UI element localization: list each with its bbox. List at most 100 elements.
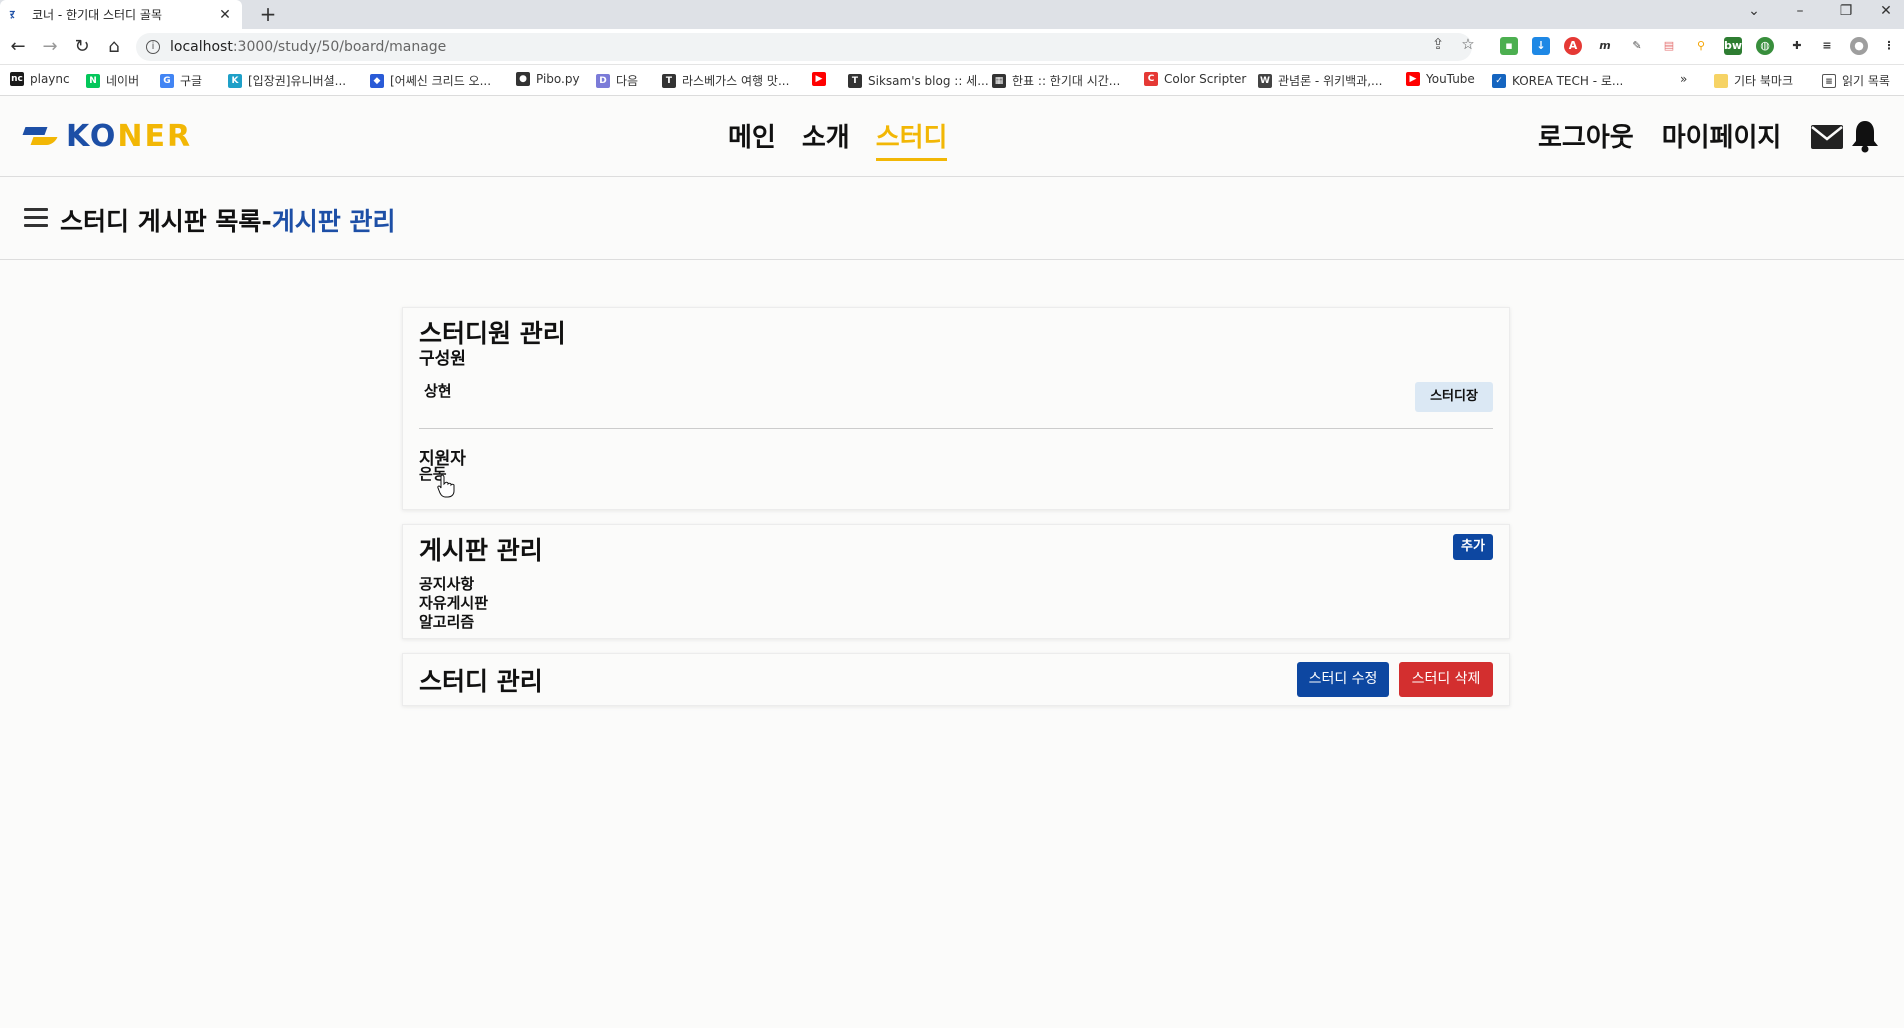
bookmark-favicon-icon: nc	[10, 72, 24, 86]
extension-globe-icon[interactable]: ◍	[1756, 37, 1774, 55]
tab-search-icon[interactable]: ⌄	[1744, 3, 1764, 19]
member-name[interactable]: 상현	[424, 382, 452, 400]
board-item[interactable]: 공지사항	[419, 575, 474, 593]
bookmark-label: YouTube	[1426, 72, 1475, 86]
media-control-icon[interactable]: ≡	[1818, 37, 1836, 55]
bookmarks-more-label: »	[1680, 72, 1688, 86]
menu-hamburger-icon[interactable]	[24, 208, 48, 228]
logo-text: KONER	[66, 119, 192, 154]
browser-tab[interactable]: ऱ 코너 - 한기대 스터디 골목 ✕	[0, 0, 242, 29]
share-icon[interactable]: ⇪	[1428, 35, 1448, 53]
nav-main[interactable]: 메인	[728, 117, 776, 161]
hand-cursor-icon	[437, 474, 455, 498]
site-header: KONER 메인 소개 스터디 로그아웃 마이페이지	[0, 97, 1904, 177]
bookmark-favicon-icon: G	[160, 73, 174, 88]
extension-eyedropper-icon[interactable]: ✎	[1628, 37, 1646, 55]
bookmark-favicon-icon: C	[1144, 72, 1158, 86]
bookmark-item[interactable]: C Color Scripter	[1144, 72, 1246, 86]
extension-key-icon[interactable]: ⚲	[1692, 37, 1710, 55]
board-item[interactable]: 자유게시판	[419, 594, 488, 612]
extension-bw-icon[interactable]: bw	[1724, 37, 1742, 55]
nav-study[interactable]: 스터디	[875, 117, 948, 161]
site-logo[interactable]: KONER	[22, 119, 192, 154]
members-divider	[419, 428, 1493, 429]
bookmark-label: KOREA TECH - 로...	[1512, 74, 1624, 88]
url-host: localhost	[170, 39, 233, 55]
bookmark-label: 관념론 - 위키백과,...	[1278, 74, 1383, 88]
browser-toolbar: ← → ↻ ⌂ i localhost:3000/study/50/board/…	[0, 29, 1904, 65]
home-icon[interactable]: ⌂	[102, 35, 126, 59]
bookmark-favicon-icon: D	[596, 73, 610, 88]
bookmark-item[interactable]: T 라스베가스 여행 맛...	[662, 72, 789, 89]
reload-icon[interactable]: ↻	[70, 35, 94, 59]
page-title-accent: 게시판 관리	[271, 207, 396, 236]
bookmark-label: Color Scripter	[1164, 72, 1247, 86]
bookmark-item[interactable]: nc plaync	[10, 72, 70, 86]
delete-study-button[interactable]: 스터디 삭제	[1399, 662, 1493, 697]
extensions-puzzle-icon[interactable]: ✚	[1788, 37, 1806, 55]
tab-title: 코너 - 한기대 스터디 골목	[32, 8, 162, 22]
bookmark-item[interactable]: ▶ YouTube	[1406, 72, 1475, 86]
bookmark-item[interactable]: K [입장권]유니버셜...	[228, 72, 346, 89]
bookmarks-more-button[interactable]: »	[1680, 72, 1687, 86]
bookmark-favicon-icon: T	[662, 73, 676, 88]
browser-menu-icon[interactable]: ⋮	[1880, 37, 1898, 55]
forward-icon[interactable]: →	[38, 35, 62, 59]
extension-calendar-icon[interactable]: ▤	[1660, 37, 1678, 55]
minimize-icon[interactable]: –	[1790, 3, 1810, 19]
bookmark-favicon-icon: ▦	[992, 73, 1006, 88]
edit-study-button[interactable]: 스터디 수정	[1297, 662, 1389, 697]
reading-list-label: 읽기 목록	[1842, 74, 1890, 88]
bookmark-label: [입장권]유니버셜...	[248, 74, 347, 88]
new-tab-button[interactable]: +	[256, 2, 280, 26]
bookmark-item[interactable]: ● Pibo.py	[516, 72, 580, 86]
bookmark-item[interactable]: T Siksam's blog :: 세...	[848, 72, 989, 89]
main-nav: 메인 소개 스터디	[728, 117, 948, 161]
logo-mark-icon	[22, 123, 58, 151]
extension-1-icon[interactable]: ▪	[1500, 37, 1518, 55]
close-tab-icon[interactable]: ✕	[218, 7, 232, 23]
bookmark-item[interactable]: ▶	[812, 72, 832, 86]
boards-card: 게시판 관리 추가 공지사항 자유게시판 알고리즘	[402, 524, 1510, 639]
page-title: 스터디 게시판 목록-게시판 관리	[60, 202, 396, 238]
bookmark-item[interactable]: D 다음	[596, 72, 638, 89]
bookmark-item[interactable]: W 관념론 - 위키백과,...	[1258, 72, 1383, 89]
address-bar[interactable]: i localhost:3000/study/50/board/manage	[136, 33, 1472, 61]
folder-icon	[1714, 73, 1728, 88]
bookmark-item[interactable]: ✓ KOREA TECH - 로...	[1492, 72, 1623, 89]
members-card: 스터디원 관리 구성원 상현 스터디장 지원자 은동	[402, 307, 1510, 510]
bookmark-favicon-icon: ●	[516, 72, 530, 86]
browser-tabstrip: ऱ 코너 - 한기대 스터디 골목 ✕ + ⌄ – ❐ ✕	[0, 0, 1904, 29]
mail-icon[interactable]	[1810, 124, 1844, 150]
extension-download-icon[interactable]: ↓	[1532, 37, 1550, 55]
extension-m-icon[interactable]: m	[1596, 37, 1614, 55]
board-item[interactable]: 알고리즘	[419, 613, 474, 631]
profile-avatar-icon[interactable]: ●	[1850, 37, 1868, 55]
boards-card-title: 게시판 관리	[419, 536, 543, 565]
bookmark-item[interactable]: N 네이버	[86, 72, 139, 89]
bookmark-star-icon[interactable]: ☆	[1458, 35, 1478, 53]
bookmark-item[interactable]: ▦ 한표 :: 한기대 시간...	[992, 72, 1120, 89]
bookmark-label: [어쎄신 크리드 오...	[390, 74, 492, 88]
window-close-icon[interactable]: ✕	[1876, 3, 1896, 19]
bookmark-favicon-icon: K	[228, 73, 242, 88]
add-board-button[interactable]: 추가	[1453, 534, 1493, 560]
bookmark-item[interactable]: ◆ [어쎄신 크리드 오...	[370, 72, 491, 89]
restore-icon[interactable]: ❐	[1836, 3, 1856, 19]
nav-intro[interactable]: 소개	[802, 117, 850, 161]
bookmark-favicon-icon: ▶	[1406, 72, 1420, 86]
extension-abp-icon[interactable]: A	[1564, 37, 1582, 55]
bookmark-favicon-icon: ✓	[1492, 73, 1506, 88]
back-icon[interactable]: ←	[6, 35, 30, 59]
bookmark-label: 한표 :: 한기대 시간...	[1012, 74, 1121, 88]
other-bookmarks-folder[interactable]: 기타 북마크	[1714, 72, 1793, 89]
mypage-link[interactable]: 마이페이지	[1662, 117, 1782, 154]
bookmark-favicon-icon: ▶	[812, 72, 826, 86]
logout-link[interactable]: 로그아웃	[1538, 117, 1634, 154]
bookmark-item[interactable]: G 구글	[160, 72, 202, 89]
page-subheader: 스터디 게시판 목록-게시판 관리	[0, 178, 1904, 260]
logo-text-ner: NER	[117, 119, 193, 154]
bell-icon[interactable]	[1850, 119, 1880, 153]
reading-list[interactable]: ≡ 읽기 목록	[1822, 72, 1890, 89]
site-info-icon[interactable]: i	[146, 40, 160, 54]
